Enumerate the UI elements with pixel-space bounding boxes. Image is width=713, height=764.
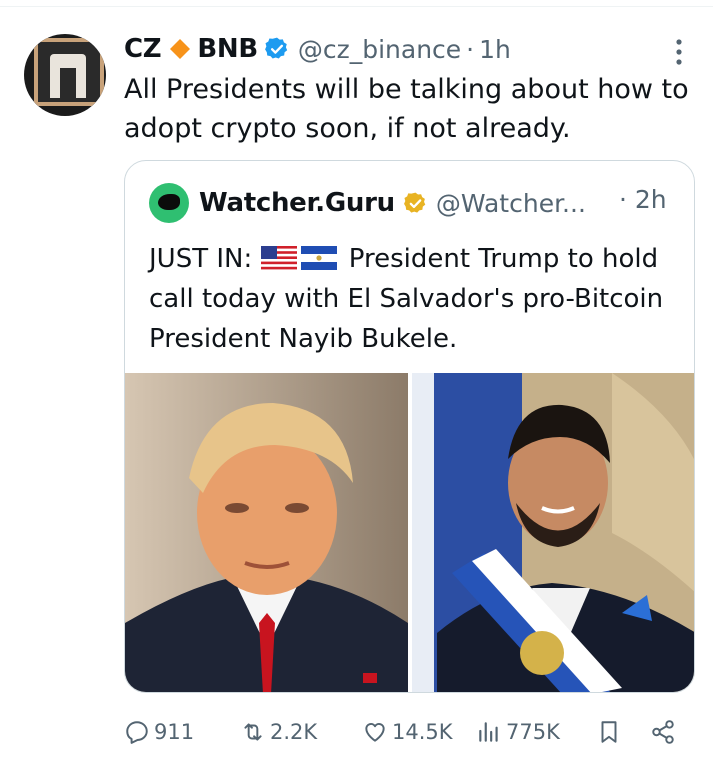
quoted-separator: ·: [619, 185, 627, 214]
quoted-time-group: · 2h: [619, 185, 667, 214]
more-options-icon[interactable]: [672, 38, 686, 66]
quoted-time[interactable]: 2h: [635, 185, 667, 214]
repost-count: 2.2K: [270, 720, 318, 744]
avatar-logo-icon: [50, 54, 86, 98]
views-bar-chart-icon: [479, 722, 498, 742]
views-button[interactable]: 775K: [476, 712, 560, 752]
share-icon: [652, 720, 674, 744]
bukele-portrait-image[interactable]: [412, 373, 694, 692]
quoted-text: JUST IN: President Trump to hold call to…: [149, 239, 679, 359]
quoted-author-name[interactable]: Watcher.Guru: [199, 188, 395, 218]
reply-button[interactable]: 911: [124, 712, 194, 752]
gold-verified-icon[interactable]: [403, 191, 428, 216]
author-avatar[interactable]: [24, 34, 106, 116]
quoted-tweet-card[interactable]: Watcher.Guru @Watcher... · 2h JUST IN: P…: [124, 160, 695, 693]
trump-portrait-image[interactable]: [125, 373, 408, 692]
views-count: 775K: [506, 720, 560, 744]
author-handle[interactable]: @cz_binance: [298, 35, 461, 64]
share-button[interactable]: [650, 712, 680, 752]
like-count: 14.5K: [392, 720, 453, 744]
reply-count: 911: [154, 720, 195, 744]
author-name[interactable]: CZ: [124, 34, 162, 64]
like-button[interactable]: 14.5K: [362, 712, 453, 752]
top-divider: [0, 6, 713, 7]
quoted-text-prefix: JUST IN:: [149, 244, 253, 274]
diamond-icon: [170, 39, 191, 59]
bookmark-icon: [601, 721, 617, 743]
us-flag-icon: [260, 246, 297, 270]
header-separator: ·: [466, 34, 475, 64]
quoted-author-handle[interactable]: @Watcher...: [436, 189, 586, 218]
bookmark-button[interactable]: [596, 712, 626, 752]
quoted-author-avatar[interactable]: [149, 183, 189, 223]
tweet-header: CZ BNB @cz_binance · 1h: [124, 30, 511, 68]
reply-icon: [126, 721, 148, 744]
quoted-header: Watcher.Guru @Watcher...: [149, 183, 586, 223]
repost-icon: [244, 723, 262, 741]
heart-icon: [365, 723, 385, 742]
tweet-text: All Presidents will be talking about how…: [124, 74, 689, 144]
action-bar: 911 2.2K 14.5K 775K: [124, 712, 694, 752]
tweet-time[interactable]: 1h: [479, 35, 511, 64]
watcher-eye-icon: [158, 194, 180, 210]
verified-badge-icon[interactable]: [264, 36, 290, 62]
author-name-suffix[interactable]: BNB: [197, 34, 258, 64]
repost-button[interactable]: 2.2K: [240, 712, 317, 752]
el-salvador-flag-icon: [300, 246, 337, 270]
